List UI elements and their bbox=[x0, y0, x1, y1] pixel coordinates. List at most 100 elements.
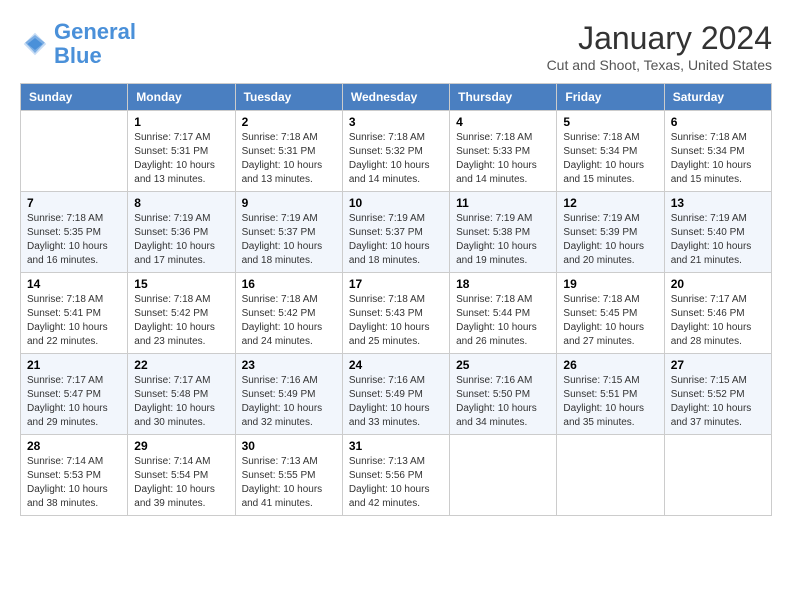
day-number: 1 bbox=[134, 115, 228, 129]
day-info: Sunrise: 7:18 AM Sunset: 5:43 PM Dayligh… bbox=[349, 293, 443, 349]
day-number: 23 bbox=[242, 358, 336, 372]
day-number: 7 bbox=[27, 196, 121, 210]
day-info: Sunrise: 7:15 AM Sunset: 5:52 PM Dayligh… bbox=[671, 374, 765, 430]
col-header-thursday: Thursday bbox=[450, 84, 557, 111]
col-header-sunday: Sunday bbox=[21, 84, 128, 111]
day-number: 28 bbox=[27, 439, 121, 453]
logo-icon bbox=[20, 29, 50, 59]
calendar-table: SundayMondayTuesdayWednesdayThursdayFrid… bbox=[20, 83, 772, 516]
day-number: 10 bbox=[349, 196, 443, 210]
day-number: 16 bbox=[242, 277, 336, 291]
week-row-3: 14 Sunrise: 7:18 AM Sunset: 5:41 PM Dayli… bbox=[21, 273, 772, 354]
day-info: Sunrise: 7:18 AM Sunset: 5:35 PM Dayligh… bbox=[27, 212, 121, 268]
day-info: Sunrise: 7:18 AM Sunset: 5:31 PM Dayligh… bbox=[242, 131, 336, 187]
day-cell: 5 Sunrise: 7:18 AM Sunset: 5:34 PM Daylig… bbox=[557, 111, 664, 192]
col-header-tuesday: Tuesday bbox=[235, 84, 342, 111]
location-subtitle: Cut and Shoot, Texas, United States bbox=[547, 57, 772, 73]
day-cell bbox=[557, 435, 664, 516]
day-info: Sunrise: 7:16 AM Sunset: 5:50 PM Dayligh… bbox=[456, 374, 550, 430]
page-header: General Blue January 2024 Cut and Shoot,… bbox=[20, 20, 772, 73]
day-cell: 7 Sunrise: 7:18 AM Sunset: 5:35 PM Daylig… bbox=[21, 192, 128, 273]
day-cell: 6 Sunrise: 7:18 AM Sunset: 5:34 PM Daylig… bbox=[664, 111, 771, 192]
day-info: Sunrise: 7:13 AM Sunset: 5:56 PM Dayligh… bbox=[349, 455, 443, 511]
day-info: Sunrise: 7:18 AM Sunset: 5:34 PM Dayligh… bbox=[563, 131, 657, 187]
day-info: Sunrise: 7:18 AM Sunset: 5:34 PM Dayligh… bbox=[671, 131, 765, 187]
col-header-friday: Friday bbox=[557, 84, 664, 111]
day-info: Sunrise: 7:19 AM Sunset: 5:39 PM Dayligh… bbox=[563, 212, 657, 268]
day-info: Sunrise: 7:19 AM Sunset: 5:36 PM Dayligh… bbox=[134, 212, 228, 268]
day-cell: 16Sunrise: 7:18 AM Sunset: 5:42 PM Dayli… bbox=[235, 273, 342, 354]
day-cell: 28 Sunrise: 7:14 AM Sunset: 5:53 PM Dayli… bbox=[21, 435, 128, 516]
day-number: 6 bbox=[671, 115, 765, 129]
day-cell: 23 Sunrise: 7:16 AM Sunset: 5:49 PM Dayli… bbox=[235, 354, 342, 435]
day-number: 18 bbox=[456, 277, 550, 291]
day-number: 13 bbox=[671, 196, 765, 210]
logo-text: General Blue bbox=[54, 20, 136, 68]
day-number: 12 bbox=[563, 196, 657, 210]
day-number: 15 bbox=[134, 277, 228, 291]
day-number: 2 bbox=[242, 115, 336, 129]
day-cell: 17 Sunrise: 7:18 AM Sunset: 5:43 PM Dayli… bbox=[342, 273, 449, 354]
day-info: Sunrise: 7:18 AM Sunset: 5:41 PM Dayligh… bbox=[27, 293, 121, 349]
col-header-monday: Monday bbox=[128, 84, 235, 111]
day-info: Sunrise: 7:14 AM Sunset: 5:54 PM Dayligh… bbox=[134, 455, 228, 511]
day-info: Sunrise: 7:17 AM Sunset: 5:48 PM Dayligh… bbox=[134, 374, 228, 430]
day-number: 3 bbox=[349, 115, 443, 129]
day-cell bbox=[664, 435, 771, 516]
day-number: 20 bbox=[671, 277, 765, 291]
logo: General Blue bbox=[20, 20, 136, 68]
day-cell: 9 Sunrise: 7:19 AM Sunset: 5:37 PM Daylig… bbox=[235, 192, 342, 273]
day-cell: 1 Sunrise: 7:17 AM Sunset: 5:31 PM Daylig… bbox=[128, 111, 235, 192]
day-cell: 2 Sunrise: 7:18 AM Sunset: 5:31 PM Daylig… bbox=[235, 111, 342, 192]
day-info: Sunrise: 7:14 AM Sunset: 5:53 PM Dayligh… bbox=[27, 455, 121, 511]
day-info: Sunrise: 7:18 AM Sunset: 5:33 PM Dayligh… bbox=[456, 131, 550, 187]
day-number: 11 bbox=[456, 196, 550, 210]
day-number: 30 bbox=[242, 439, 336, 453]
day-number: 31 bbox=[349, 439, 443, 453]
day-number: 21 bbox=[27, 358, 121, 372]
day-cell: 12 Sunrise: 7:19 AM Sunset: 5:39 PM Dayli… bbox=[557, 192, 664, 273]
day-number: 24 bbox=[349, 358, 443, 372]
day-cell: 21Sunrise: 7:17 AM Sunset: 5:47 PM Dayli… bbox=[21, 354, 128, 435]
day-number: 17 bbox=[349, 277, 443, 291]
day-cell: 24 Sunrise: 7:16 AM Sunset: 5:49 PM Dayli… bbox=[342, 354, 449, 435]
week-row-2: 7 Sunrise: 7:18 AM Sunset: 5:35 PM Daylig… bbox=[21, 192, 772, 273]
week-row-5: 28 Sunrise: 7:14 AM Sunset: 5:53 PM Dayli… bbox=[21, 435, 772, 516]
day-number: 27 bbox=[671, 358, 765, 372]
day-cell: 11 Sunrise: 7:19 AM Sunset: 5:38 PM Dayli… bbox=[450, 192, 557, 273]
day-cell: 15 Sunrise: 7:18 AM Sunset: 5:42 PM Dayli… bbox=[128, 273, 235, 354]
day-info: Sunrise: 7:18 AM Sunset: 5:44 PM Dayligh… bbox=[456, 293, 550, 349]
day-number: 25 bbox=[456, 358, 550, 372]
day-info: Sunrise: 7:19 AM Sunset: 5:38 PM Dayligh… bbox=[456, 212, 550, 268]
day-info: Sunrise: 7:16 AM Sunset: 5:49 PM Dayligh… bbox=[242, 374, 336, 430]
day-cell: 19 Sunrise: 7:18 AM Sunset: 5:45 PM Dayli… bbox=[557, 273, 664, 354]
day-info: Sunrise: 7:17 AM Sunset: 5:31 PM Dayligh… bbox=[134, 131, 228, 187]
day-info: Sunrise: 7:16 AM Sunset: 5:49 PM Dayligh… bbox=[349, 374, 443, 430]
day-number: 9 bbox=[242, 196, 336, 210]
day-cell: 3 Sunrise: 7:18 AM Sunset: 5:32 PM Daylig… bbox=[342, 111, 449, 192]
day-cell: 18 Sunrise: 7:18 AM Sunset: 5:44 PM Dayli… bbox=[450, 273, 557, 354]
day-info: Sunrise: 7:17 AM Sunset: 5:46 PM Dayligh… bbox=[671, 293, 765, 349]
title-block: January 2024 Cut and Shoot, Texas, Unite… bbox=[547, 20, 772, 73]
month-title: January 2024 bbox=[547, 20, 772, 57]
day-number: 8 bbox=[134, 196, 228, 210]
day-info: Sunrise: 7:18 AM Sunset: 5:32 PM Dayligh… bbox=[349, 131, 443, 187]
day-number: 5 bbox=[563, 115, 657, 129]
day-cell bbox=[21, 111, 128, 192]
day-number: 19 bbox=[563, 277, 657, 291]
day-info: Sunrise: 7:18 AM Sunset: 5:42 PM Dayligh… bbox=[134, 293, 228, 349]
day-cell: 31 Sunrise: 7:13 AM Sunset: 5:56 PM Dayli… bbox=[342, 435, 449, 516]
col-header-saturday: Saturday bbox=[664, 84, 771, 111]
day-info: Sunrise: 7:18 AM Sunset: 5:45 PM Dayligh… bbox=[563, 293, 657, 349]
day-number: 22 bbox=[134, 358, 228, 372]
day-cell bbox=[450, 435, 557, 516]
col-header-wednesday: Wednesday bbox=[342, 84, 449, 111]
week-row-4: 21Sunrise: 7:17 AM Sunset: 5:47 PM Dayli… bbox=[21, 354, 772, 435]
day-number: 29 bbox=[134, 439, 228, 453]
day-info: Sunrise: 7:13 AM Sunset: 5:55 PM Dayligh… bbox=[242, 455, 336, 511]
day-cell: 22 Sunrise: 7:17 AM Sunset: 5:48 PM Dayli… bbox=[128, 354, 235, 435]
day-number: 14 bbox=[27, 277, 121, 291]
day-cell: 20 Sunrise: 7:17 AM Sunset: 5:46 PM Dayli… bbox=[664, 273, 771, 354]
day-cell: 14 Sunrise: 7:18 AM Sunset: 5:41 PM Dayli… bbox=[21, 273, 128, 354]
day-info: Sunrise: 7:19 AM Sunset: 5:37 PM Dayligh… bbox=[242, 212, 336, 268]
